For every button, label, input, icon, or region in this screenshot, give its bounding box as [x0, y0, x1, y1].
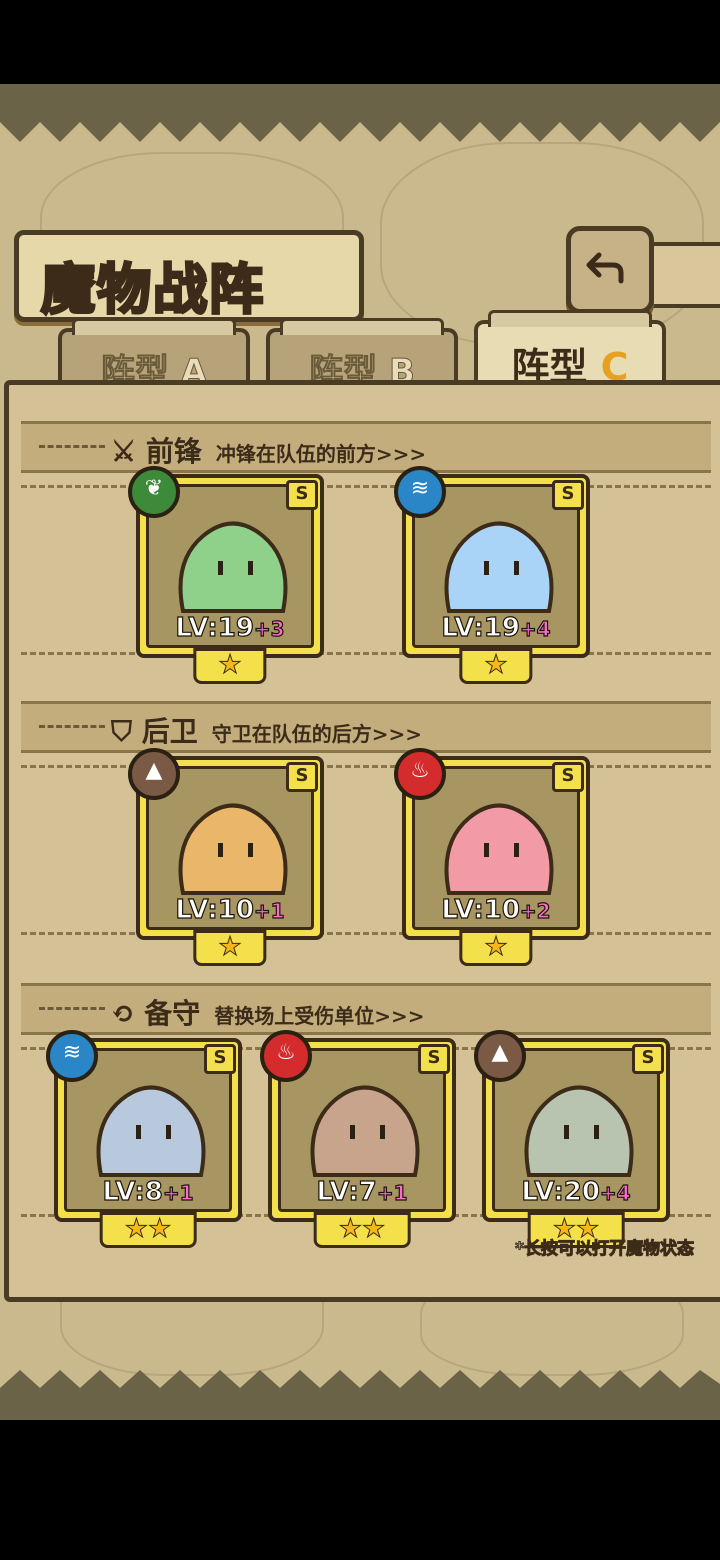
monster-sprite	[444, 803, 554, 895]
monster-sprite	[524, 1085, 634, 1177]
section-back-title: ⛉ 后卫 守卫在队伍的后方>>>	[111, 715, 423, 748]
long-press-hint: *长按可以打开魔物状态	[515, 1239, 695, 1260]
page-title: 魔物战阵	[40, 256, 265, 323]
star-rating: ★	[459, 648, 533, 684]
section-front-title: ⚔ 前锋 冲锋在队伍的前方>>>	[111, 435, 427, 468]
section-reserve-header: ⟲ 备守 替换场上受伤单位>>>	[21, 983, 711, 1035]
star-rating: ★★	[99, 1212, 197, 1248]
rank-badge: S	[204, 1044, 236, 1074]
monster-sprite	[444, 521, 554, 613]
star-rating: ★	[193, 648, 267, 684]
monster-sprite	[96, 1085, 206, 1177]
fire-element-icon: ♨	[260, 1030, 312, 1082]
section-front-header: ⚔ 前锋 冲锋在队伍的前方>>>	[21, 421, 711, 473]
rank-badge: S	[632, 1044, 664, 1074]
monster-sprite	[178, 521, 288, 613]
star-rating: ★	[193, 930, 267, 966]
unit-level: LV:10+2	[441, 894, 551, 925]
water-element-icon: ≋	[394, 466, 446, 518]
torn-edge-top	[0, 112, 720, 142]
divider	[39, 1007, 105, 1010]
tab-bar	[72, 318, 236, 335]
section-back-header: ⛉ 后卫 守卫在队伍的后方>>>	[21, 701, 711, 753]
unit-card-front-2[interactable]: LV:19+4 S ≋ ★	[394, 466, 590, 684]
title-plate: 魔物战阵	[14, 230, 364, 323]
back-arrow-icon	[586, 252, 624, 284]
torn-edge-bottom	[0, 1370, 720, 1404]
tab-bar	[488, 310, 652, 327]
sword-icon: ⚔	[111, 435, 137, 468]
unit-card-front-1[interactable]: LV:19+3 S ❦ ★	[128, 466, 324, 684]
fire-element-icon: ♨	[394, 748, 446, 800]
unit-level: LV:20+4	[521, 1176, 631, 1207]
unit-card-reserve-3[interactable]: LV:20+4 S ▲ ★★	[474, 1030, 670, 1248]
water-element-icon: ≋	[46, 1030, 98, 1082]
section-reserve-title: ⟲ 备守 替换场上受伤单位>>>	[111, 997, 425, 1030]
shield-icon: ⛉	[111, 715, 133, 748]
rank-badge: S	[552, 762, 584, 792]
rank-badge: S	[418, 1044, 450, 1074]
unit-card-reserve-1[interactable]: LV:8+1 S ≋ ★★	[46, 1030, 242, 1248]
swap-icon: ⟲	[111, 997, 135, 1030]
star-rating: ★	[459, 930, 533, 966]
unit-card-back-1[interactable]: LV:10+1 S ▲ ★	[128, 748, 324, 966]
star-rating: ★★	[313, 1212, 411, 1248]
unit-card-reserve-2[interactable]: LV:7+1 S ♨ ★★	[260, 1030, 456, 1248]
earth-element-icon: ▲	[128, 748, 180, 800]
status-bar-area	[0, 0, 720, 84]
divider	[39, 445, 105, 448]
unit-level: LV:8+1	[102, 1176, 194, 1207]
rank-badge: S	[286, 762, 318, 792]
rank-badge: S	[552, 480, 584, 510]
leaf-element-icon: ❦	[128, 466, 180, 518]
unit-level: LV:7+1	[316, 1176, 408, 1207]
game-board: 魔物战阵 阵型 A 阵型 B 阵型 C ⚔ 前锋 冲锋在队伍的前方>>> ⛉ 后…	[0, 84, 720, 1420]
front-row	[21, 485, 711, 655]
monster-sprite	[310, 1085, 420, 1177]
monster-sprite	[178, 803, 288, 895]
divider	[39, 725, 105, 728]
navigation-bar-area	[0, 1420, 720, 1560]
tab-bar	[280, 318, 444, 335]
unit-level: LV:19+3	[175, 612, 285, 643]
rank-badge: S	[286, 480, 318, 510]
back-button[interactable]	[566, 226, 654, 314]
unit-level: LV:10+1	[175, 894, 285, 925]
unit-level: LV:19+4	[441, 612, 551, 643]
unit-card-back-2[interactable]: LV:10+2 S ♨ ★	[394, 748, 590, 966]
back-row	[21, 765, 711, 935]
earth-element-icon: ▲	[474, 1030, 526, 1082]
